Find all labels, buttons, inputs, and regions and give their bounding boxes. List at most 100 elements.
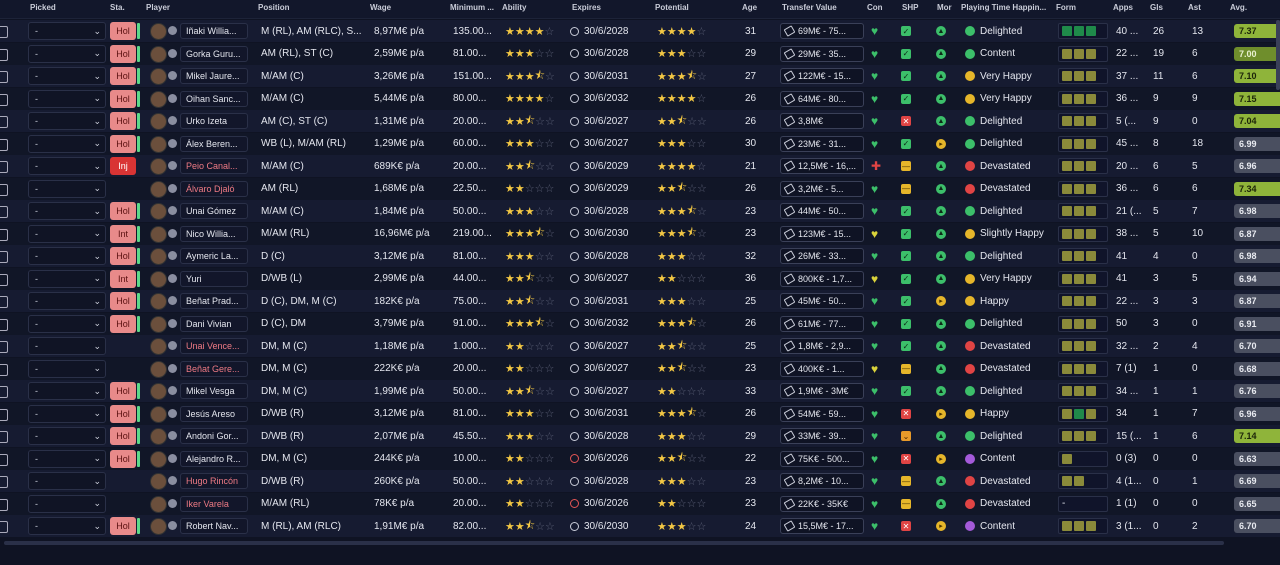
col-playing-time[interactable]: Playing Time Happin... (961, 3, 1046, 12)
player-name[interactable]: Gorka Guru... (180, 45, 248, 62)
status-badge[interactable]: Hol (110, 382, 136, 400)
picked-dropdown[interactable]: - ⌄ (28, 247, 106, 265)
select-checkbox[interactable] (0, 273, 8, 286)
picked-dropdown[interactable]: - ⌄ (28, 134, 106, 153)
picked-dropdown[interactable]: - ⌄ (28, 359, 106, 378)
picked-dropdown[interactable]: - ⌄ (28, 89, 106, 108)
table-row[interactable]: - ⌄ Int Nico Willia... M/AM (RL) 16,96M€ p/a 2… (0, 222, 1280, 245)
table-row[interactable]: - ⌄ Hol Urko Izeta AM (C), ST (C) 1,31M€ p/a 2… (0, 110, 1280, 132)
select-checkbox[interactable] (0, 93, 8, 106)
player-name[interactable]: Iker Varela (180, 495, 248, 512)
player-name[interactable]: Unai Gómez (180, 203, 248, 219)
transfer-value[interactable]: 29M€ - 35... (780, 45, 864, 62)
col-transfer-value[interactable]: Transfer Value (782, 3, 837, 12)
select-checkbox[interactable] (0, 363, 8, 376)
select-checkbox[interactable] (0, 48, 8, 61)
transfer-value[interactable]: 26M€ - 33... (780, 248, 864, 264)
transfer-value[interactable]: 3,2M€ - 5... (780, 180, 864, 197)
table-row[interactable]: - ⌄ Inj Peio Canal... M/AM (C) 689K€ p/a 20.00… (0, 155, 1280, 177)
table-row[interactable]: - ⌄ Unai Vence... DM, M (C) 1,18M€ p/a 1.000.… (0, 335, 1280, 357)
status-badge[interactable]: Hol (110, 112, 136, 130)
col-shp[interactable]: SHP (902, 3, 918, 12)
picked-dropdown[interactable]: - ⌄ (28, 112, 106, 130)
select-checkbox[interactable] (0, 386, 8, 398)
transfer-value[interactable]: 1,8M€ - 2,9... (780, 338, 864, 354)
player-name[interactable]: Peio Canal... (180, 158, 248, 174)
table-row[interactable]: - ⌄ Hol Jesús Areso D/WB (R) 3,12M€ p/a 81.00.… (0, 402, 1280, 425)
status-badge[interactable]: Hol (110, 427, 136, 445)
transfer-value[interactable]: 123M€ - 15... (780, 225, 864, 242)
status-badge[interactable]: Hol (110, 134, 136, 153)
col-mor[interactable]: Mor (937, 3, 952, 12)
select-checkbox[interactable] (0, 453, 8, 466)
status-badge[interactable]: Hol (110, 292, 136, 310)
table-row[interactable]: - ⌄ Int Yuri D/WB (L) 2,99M€ p/a 44.00... ★ ★ ⯪ ☆ ☆… (0, 267, 1280, 290)
status-badge[interactable]: Hol (110, 404, 136, 423)
vertical-scrollbar[interactable] (1276, 20, 1280, 90)
transfer-value[interactable]: 15,5M€ - 17... (780, 518, 864, 534)
player-name[interactable]: Nico Willia... (180, 225, 248, 242)
picked-dropdown[interactable]: - ⌄ (28, 22, 106, 40)
select-checkbox[interactable] (0, 431, 8, 443)
player-name[interactable]: Andoni Gor... (180, 428, 248, 444)
table-row[interactable]: - ⌄ Hol Gorka Guru... AM (RL), ST (C) 2,59M€ … (0, 42, 1280, 65)
transfer-value[interactable]: 75K€ - 500... (780, 450, 864, 467)
transfer-value[interactable]: 800K€ - 1,7... (780, 270, 864, 287)
status-badge[interactable]: Hol (110, 517, 136, 535)
table-row[interactable]: - ⌄ Hol Álex Beren... WB (L), M/AM (RL) 1,29M… (0, 132, 1280, 155)
col-wage[interactable]: Wage (370, 3, 391, 12)
picked-dropdown[interactable]: - ⌄ (28, 517, 106, 535)
table-row[interactable]: - ⌄ Hugo Rincón D/WB (R) 260K€ p/a 50.00... ★ ★… (0, 470, 1280, 492)
player-name[interactable]: Aymeric La... (180, 248, 248, 264)
player-name[interactable]: Mikel Jaure... (180, 68, 248, 84)
player-name[interactable]: Jesús Areso (180, 405, 248, 422)
picked-dropdown[interactable]: - ⌄ (28, 314, 106, 333)
select-checkbox[interactable] (0, 71, 8, 83)
table-row[interactable]: - ⌄ Hol Beñat Prad... D (C), DM, M (C) 182K€ … (0, 290, 1280, 312)
status-badge[interactable]: Int (110, 269, 136, 288)
col-expires[interactable]: Expires (572, 3, 601, 12)
col-picked[interactable]: Picked (30, 3, 56, 12)
status-badge[interactable]: Hol (110, 449, 136, 468)
status-badge[interactable]: Hol (110, 314, 136, 333)
col-position[interactable]: Position (258, 3, 290, 12)
player-name[interactable]: Beñat Prad... (180, 293, 248, 309)
select-checkbox[interactable] (0, 26, 8, 38)
picked-dropdown[interactable]: - ⌄ (28, 202, 106, 220)
col-age[interactable]: Age (742, 3, 757, 12)
player-name[interactable]: Unai Vence... (180, 338, 248, 354)
player-name[interactable]: Iñaki Willia... (180, 23, 248, 39)
transfer-value[interactable]: 8,2M€ - 10... (780, 473, 864, 489)
transfer-value[interactable]: 69M€ - 75... (780, 23, 864, 39)
player-name[interactable]: Hugo Rincón (180, 473, 248, 489)
picked-dropdown[interactable]: - ⌄ (28, 494, 106, 513)
status-badge[interactable]: Hol (110, 44, 136, 63)
col-con[interactable]: Con (867, 3, 883, 12)
transfer-value[interactable]: 45M€ - 50... (780, 293, 864, 309)
table-row[interactable]: - ⌄ Hol Mikel Vesga DM, M (C) 1,99M€ p/a 50.00… (0, 380, 1280, 402)
table-row[interactable]: - ⌄ Hol Oihan Sanc... M/AM (C) 5,44M€ p/a 80.0… (0, 87, 1280, 110)
status-badge[interactable]: Hol (110, 202, 136, 220)
status-badge[interactable]: Hol (110, 67, 136, 85)
table-row[interactable]: - ⌄ Hol Dani Vivian D (C), DM 3,79M€ p/a 91.00… (0, 312, 1280, 335)
col-ast[interactable]: Ast (1188, 3, 1201, 12)
picked-dropdown[interactable]: - ⌄ (28, 157, 106, 175)
player-name[interactable]: Robert Nav... (180, 518, 248, 534)
select-checkbox[interactable] (0, 408, 8, 421)
select-checkbox[interactable] (0, 138, 8, 151)
horizontal-scrollbar[interactable] (4, 541, 1224, 545)
col-status[interactable]: Sta. (110, 3, 125, 12)
player-name[interactable]: Álex Beren... (180, 135, 248, 152)
select-checkbox[interactable] (0, 341, 8, 353)
col-player[interactable]: Player (146, 3, 170, 12)
col-apps[interactable]: Apps (1113, 3, 1133, 12)
status-badge[interactable]: Hol (110, 22, 136, 40)
col-form[interactable]: Form (1056, 3, 1076, 12)
picked-dropdown[interactable]: - ⌄ (28, 472, 106, 490)
player-name[interactable]: Alejandro R... (180, 450, 248, 467)
col-avg[interactable]: Avg. (1230, 3, 1247, 12)
player-name[interactable]: Beñat Gere... (180, 360, 248, 377)
picked-dropdown[interactable]: - ⌄ (28, 404, 106, 423)
transfer-value[interactable]: 22K€ - 35K€ (780, 495, 864, 512)
col-ability[interactable]: Ability (502, 3, 526, 12)
